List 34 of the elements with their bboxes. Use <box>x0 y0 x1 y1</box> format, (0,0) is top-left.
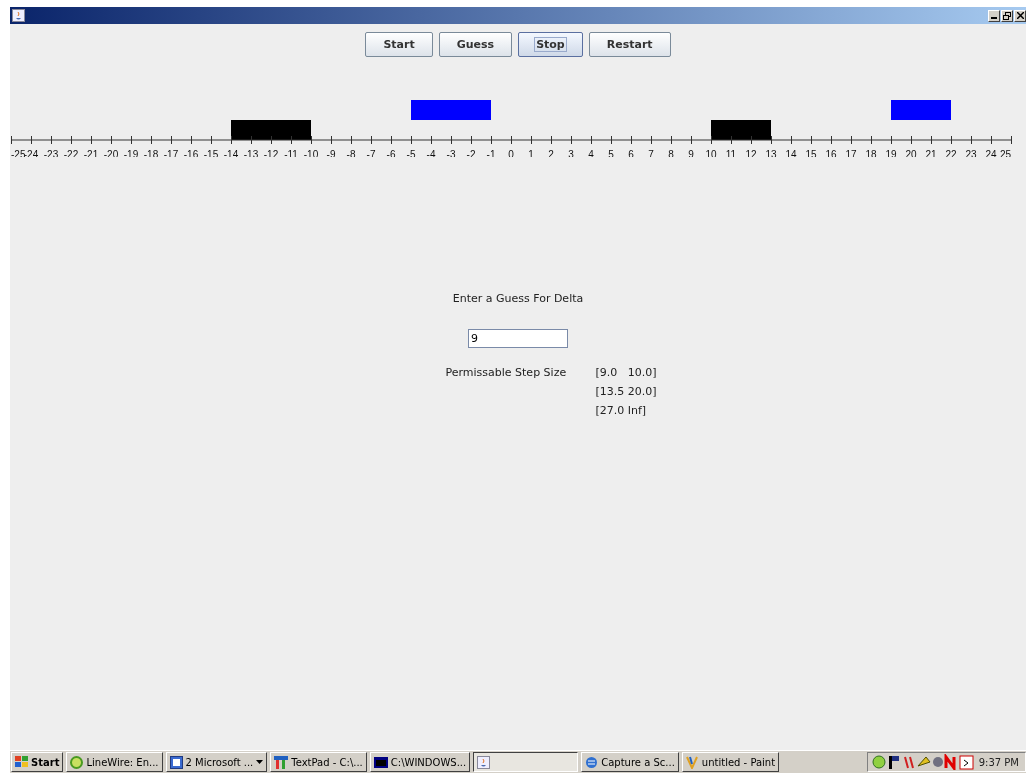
taskbar-button[interactable]: TextPad - C:\... <box>270 752 367 772</box>
taskbar-button[interactable]: C:\WINDOWS... <box>369 752 471 772</box>
toolbar-button[interactable]: Guess <box>438 32 513 57</box>
prompt-label: Enter a Guess For Delta <box>452 292 584 305</box>
step-range: [13.5 20.0] <box>595 385 657 398</box>
minimize-icon <box>991 17 997 19</box>
taskbar-button[interactable]: LineWire: En... <box>66 752 163 772</box>
restore-icon <box>1003 11 1011 20</box>
globe-icon <box>585 755 599 769</box>
guess-field[interactable]: 9 <box>468 329 568 348</box>
toolbar-button[interactable]: Stop <box>518 32 583 57</box>
windows-logo-icon <box>15 756 28 768</box>
close-icon <box>1016 12 1024 19</box>
paint-icon <box>685 755 699 769</box>
close-button[interactable] <box>1014 9 1026 22</box>
toolbar-button[interactable]: Start <box>365 32 433 57</box>
java-icon <box>12 9 25 22</box>
start-button[interactable]: Start <box>11 752 64 772</box>
document-icon <box>169 755 183 769</box>
step-size-label: Permissable Step Size <box>445 366 568 379</box>
taskbar-button[interactable]: 2 Microsoft ... <box>165 752 268 772</box>
taskbar-button[interactable]: Capture a Sc... <box>581 752 679 772</box>
step-range: [9.0 10.0] <box>595 366 657 379</box>
taskbar-button[interactable] <box>473 752 579 772</box>
java-icon <box>477 755 491 769</box>
restore-button[interactable] <box>1001 9 1013 22</box>
toolbar-button[interactable]: Restart <box>588 32 671 57</box>
clock: 9:37 PM <box>978 756 1019 768</box>
step-range: [27.0 Inf] <box>595 404 648 417</box>
taskbar-button[interactable]: untitled - Paint <box>681 752 780 772</box>
circle-icon <box>70 755 84 769</box>
minimize-button[interactable] <box>988 9 1000 22</box>
console-icon <box>373 756 388 768</box>
textpad-icon <box>274 755 289 769</box>
